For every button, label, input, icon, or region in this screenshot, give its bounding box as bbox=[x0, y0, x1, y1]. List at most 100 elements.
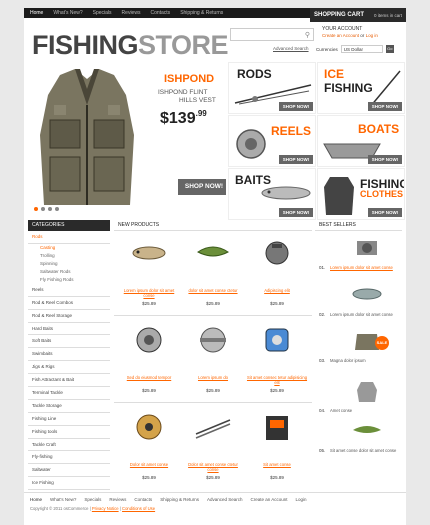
product-name[interactable]: Sit amet conse bbox=[246, 462, 308, 467]
footer-link[interactable]: Reviews bbox=[109, 497, 126, 502]
login-link[interactable]: Log in bbox=[366, 33, 378, 38]
sidebar-item[interactable]: Terminal Tackle bbox=[28, 387, 110, 400]
cart-title[interactable]: SHOPPING CART bbox=[314, 12, 364, 18]
nav-home[interactable]: Home bbox=[30, 10, 43, 16]
footer-link[interactable]: Shipping & Returns bbox=[160, 497, 199, 502]
product-image[interactable] bbox=[194, 412, 232, 442]
nav-specials[interactable]: Specials bbox=[93, 10, 112, 16]
search-icon[interactable]: ⚲ bbox=[305, 31, 310, 39]
tile-rods[interactable]: RODS SHOP NOW! bbox=[228, 62, 316, 114]
tile-rods-button[interactable]: SHOP NOW! bbox=[279, 102, 313, 111]
tile-reels-button[interactable]: SHOP NOW! bbox=[279, 155, 313, 164]
tile-ice-fishing[interactable]: ICE FISHING SHOP NOW! bbox=[317, 62, 405, 114]
bestseller-image[interactable] bbox=[351, 237, 383, 261]
sidebar-item[interactable]: Rod & Reel Combos bbox=[28, 297, 110, 310]
sidebar-item[interactable]: Fishing Line bbox=[28, 413, 110, 426]
footer-link[interactable]: What's New? bbox=[50, 497, 76, 502]
sidebar-item[interactable]: Tackle Storage bbox=[28, 400, 110, 413]
product-name[interactable]: Lorem ipsum dolor sit amet conse bbox=[118, 288, 180, 298]
bestseller-image[interactable] bbox=[351, 420, 383, 444]
product-card[interactable]: dolor sit amet conse ctetur $25.89 bbox=[182, 234, 244, 306]
slider-dot[interactable] bbox=[55, 207, 59, 211]
product-image[interactable] bbox=[194, 325, 232, 355]
product-image[interactable] bbox=[130, 325, 168, 355]
hero-shop-now-button[interactable]: SHOP NOW! bbox=[178, 179, 226, 195]
bestseller-name[interactable]: Sit amet conse dolor sit amet conse bbox=[330, 448, 398, 453]
product-card[interactable]: Sit amet consec tetur adipisicing elit $2… bbox=[246, 321, 308, 393]
product-image[interactable] bbox=[258, 412, 296, 442]
nav-shipping[interactable]: Shipping & Returns bbox=[180, 10, 223, 16]
tile-baits-button[interactable]: SHOP NOW! bbox=[279, 208, 313, 217]
sidebar-item[interactable]: Hard Baits bbox=[28, 323, 110, 336]
bestseller-name[interactable]: Lorem ipsum dolor sit amet conse bbox=[330, 265, 398, 270]
product-name[interactable]: Dolor sit amet conse ctetur conse bbox=[182, 462, 244, 472]
tile-baits[interactable]: BAITS SHOP NOW! bbox=[228, 168, 316, 220]
product-name[interactable]: Sit amet consec tetur adipisicing elit bbox=[246, 375, 308, 385]
bestseller-name[interactable]: Magna dolor ipsum bbox=[330, 358, 398, 363]
slider-dot[interactable] bbox=[41, 207, 45, 211]
sidebar-item[interactable]: Fish Attractant & Bait bbox=[28, 374, 110, 388]
product-name[interactable]: Lorem ipsum do bbox=[182, 375, 244, 380]
nav-reviews[interactable]: Reviews bbox=[122, 10, 141, 16]
tile-fishing-clothes[interactable]: FISHING CLOTHES SHOP NOW! bbox=[317, 168, 405, 220]
tile-clothes-button[interactable]: SHOP NOW! bbox=[368, 208, 402, 217]
sidebar-item[interactable]: Saltwater Rods bbox=[28, 268, 110, 276]
slider-dot[interactable] bbox=[48, 207, 52, 211]
footer-link[interactable]: Create an Account bbox=[251, 497, 288, 502]
store-logo[interactable]: FISHINGSTORE bbox=[32, 30, 229, 61]
footer-link[interactable]: Advanced Search bbox=[207, 497, 243, 502]
sidebar-item[interactable]: Saltwater bbox=[28, 464, 110, 478]
sidebar-item[interactable]: Reels bbox=[28, 284, 110, 297]
product-image[interactable] bbox=[130, 238, 168, 268]
sidebar-item[interactable]: Trolling bbox=[28, 252, 110, 260]
bestseller-image[interactable] bbox=[351, 380, 383, 404]
product-card[interactable]: Dolor sit amet conse $25.89 bbox=[118, 408, 180, 480]
sidebar-item[interactable]: Fishing tools bbox=[28, 426, 110, 439]
sidebar-item[interactable]: Fly Fishing Rods bbox=[28, 276, 110, 284]
product-card[interactable]: Lorem ipsum do $25.89 bbox=[182, 321, 244, 393]
tile-ice-button[interactable]: SHOP NOW! bbox=[368, 102, 402, 111]
product-image[interactable] bbox=[130, 412, 168, 442]
currency-select[interactable]: US Dollar bbox=[340, 45, 383, 53]
product-card[interactable]: Lorem ipsum dolor sit amet conse $25.89 bbox=[118, 234, 180, 306]
sidebar-item[interactable]: Soft Baits bbox=[28, 335, 110, 349]
product-image[interactable] bbox=[258, 325, 296, 355]
currency-go-button[interactable]: Go bbox=[385, 45, 394, 53]
sidebar-item[interactable]: Rod & Reel Storage bbox=[28, 310, 110, 323]
sidebar-item[interactable]: Jigs & Rigs bbox=[28, 361, 110, 375]
product-name[interactable]: dolor sit amet conse ctetur bbox=[182, 288, 244, 293]
nav-contacts[interactable]: Contacts bbox=[150, 10, 170, 16]
create-account-link[interactable]: Create an Account bbox=[322, 33, 359, 38]
nav-whats-new[interactable]: What's New? bbox=[53, 10, 82, 16]
shopping-cart[interactable]: SHOPPING CART 0 items in cart bbox=[310, 8, 406, 22]
sidebar-item[interactable]: Rods bbox=[28, 231, 110, 244]
footer-link[interactable]: Home bbox=[30, 497, 42, 502]
sidebar-item[interactable]: Swimbaits bbox=[28, 348, 110, 362]
sidebar-item[interactable]: Casting bbox=[28, 244, 110, 252]
footer-link[interactable]: Login bbox=[296, 497, 307, 502]
tile-boats-button[interactable]: SHOP NOW! bbox=[368, 155, 402, 164]
product-card[interactable]: Sed do eiusmod tempor $25.89 bbox=[118, 321, 180, 393]
footer-link[interactable]: Specials bbox=[84, 497, 101, 502]
sidebar-item[interactable]: Tackle Craft bbox=[28, 439, 110, 452]
tile-boats[interactable]: BOATS SHOP NOW! bbox=[317, 115, 405, 167]
slider-dot[interactable] bbox=[34, 207, 38, 211]
sidebar-item[interactable]: Fly-fishing bbox=[28, 451, 110, 465]
product-name[interactable]: Dolor sit amet conse bbox=[118, 462, 180, 467]
advanced-search-link[interactable]: Advanced Search bbox=[273, 46, 309, 51]
product-name[interactable]: Adipiscing elit bbox=[246, 288, 308, 293]
sidebar-item[interactable]: Spinning bbox=[28, 260, 110, 268]
footer-link[interactable]: Contacts bbox=[134, 497, 152, 502]
product-image[interactable] bbox=[194, 238, 232, 268]
product-name[interactable]: Sed do eiusmod tempor bbox=[118, 375, 180, 380]
search-input[interactable]: ⚲ bbox=[230, 28, 314, 41]
bestseller-name[interactable]: Lorem ipsum dolor sit amet conse bbox=[330, 312, 398, 317]
conditions-link[interactable]: Conditions of Use bbox=[122, 506, 155, 511]
product-card[interactable]: Adipiscing elit $25.89 bbox=[246, 234, 308, 306]
product-image[interactable] bbox=[258, 238, 296, 268]
tile-reels[interactable]: REELS SHOP NOW! bbox=[228, 115, 316, 167]
product-card[interactable]: Sit amet conse $25.89 bbox=[246, 408, 308, 480]
sidebar-item[interactable]: Ice Fishing bbox=[28, 477, 110, 491]
product-card[interactable]: Dolor sit amet conse ctetur conse $25.89 bbox=[182, 408, 244, 480]
privacy-link[interactable]: Privacy Notice bbox=[92, 506, 119, 511]
